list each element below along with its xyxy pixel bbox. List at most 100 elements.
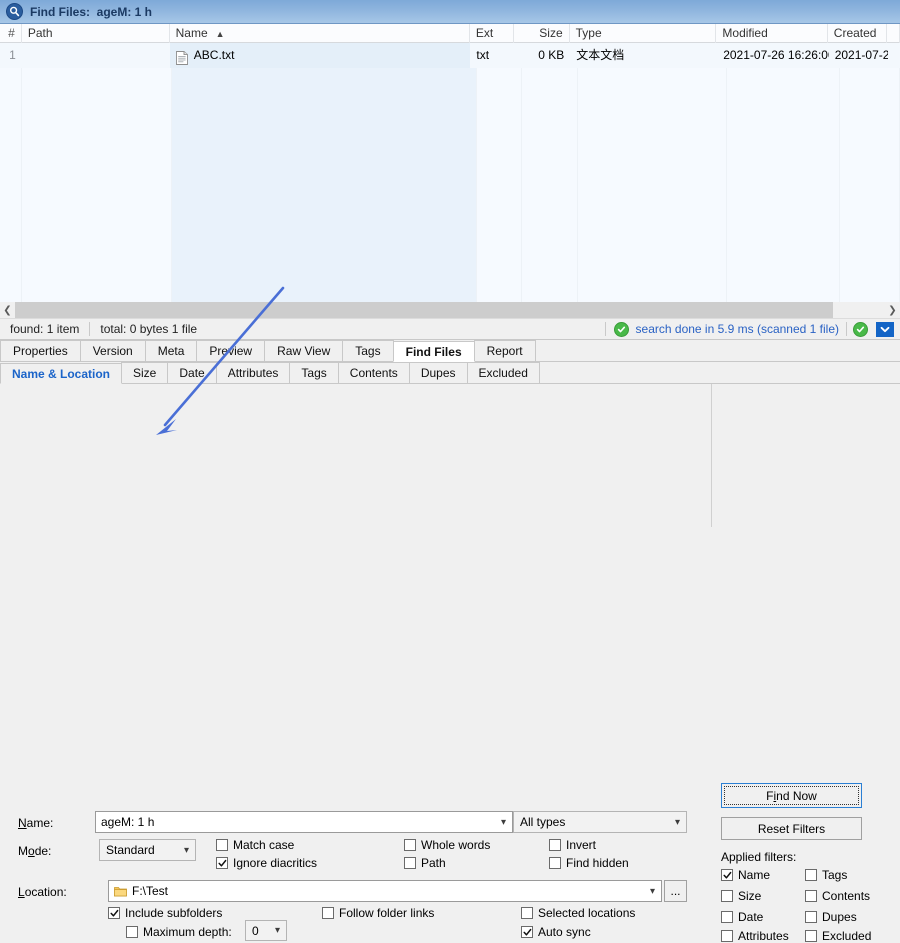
grid-column-header-created[interactable]: Created [828,24,888,43]
file-type-select[interactable]: All types ▾ [513,811,687,833]
checkbox-selected-locations[interactable]: Selected locations [521,906,635,920]
tab-raw-view[interactable]: Raw View [264,340,344,361]
chevron-down-icon[interactable]: ▾ [178,840,195,860]
subtab-tags[interactable]: Tags [289,362,339,383]
filter-checkbox-excluded[interactable]: Excluded [805,929,871,943]
file-type-value: All types [520,815,566,829]
status-ok-icon[interactable] [853,321,868,337]
checkbox-box[interactable] [549,857,561,869]
checkbox-label: Ignore diacritics [233,856,318,870]
subtab-contents[interactable]: Contents [337,362,410,383]
results-grid[interactable]: # Path Name ▲ Ext Size Type Modified Created 1 AB… [0,24,900,318]
filter-checkbox-date[interactable]: Date [721,910,763,924]
grid-column-header-ext[interactable]: Ext [470,24,515,43]
checkbox-label: Maximum depth: [143,925,232,939]
grid-column-header-modified[interactable]: Modified [716,24,828,43]
subtab-excluded[interactable]: Excluded [466,362,540,383]
checkbox-include-subfolders[interactable]: Include subfolders [108,906,222,920]
filter-checkbox-contents[interactable]: Contents [805,889,870,903]
tab-version[interactable]: Version [79,340,146,361]
grid-column-header-size[interactable]: Size [514,24,570,43]
checkbox-find-hidden[interactable]: Find hidden [549,856,629,870]
checkbox-box[interactable] [721,911,733,923]
checkbox-maximum-depth[interactable]: Maximum depth: [126,925,232,939]
grid-column-header-name[interactable]: Name ▲ [170,24,470,43]
mode-select[interactable]: Standard ▾ [99,839,196,861]
grid-column-header-num[interactable]: # [0,24,22,43]
checkbox-box[interactable] [805,890,817,902]
checkbox-box[interactable] [521,907,533,919]
checkbox-auto-sync[interactable]: Auto sync [521,925,591,939]
secondary-tab-bar[interactable]: Name & Location Size Date Attributes Tags Con… [0,362,900,384]
checkbox-box[interactable] [322,907,334,919]
mode-label: Mode: [18,844,52,858]
checkbox-box[interactable] [521,926,533,938]
checkbox-box[interactable] [721,869,733,881]
location-input[interactable]: F:\Test ▾ [108,880,662,902]
tab-report[interactable]: Report [473,340,536,361]
check-circle-icon [613,321,629,337]
chevron-down-icon[interactable] [876,321,894,337]
checkbox-label: Selected locations [538,906,636,920]
filter-checkbox-size[interactable]: Size [721,889,761,903]
checkbox-box[interactable] [216,857,228,869]
checkbox-box[interactable] [126,926,138,938]
chevron-down-icon[interactable]: ▾ [495,812,512,832]
checkbox-box[interactable] [805,930,817,942]
applied-filters-label: Applied filters: [721,850,797,864]
checkbox-path[interactable]: Path [404,856,446,870]
scrollbar-thumb[interactable] [15,302,833,318]
tab-meta[interactable]: Meta [144,340,198,361]
checkbox-box[interactable] [404,839,416,851]
checkbox-box[interactable] [721,890,733,902]
chevron-down-icon[interactable]: ▾ [269,921,286,941]
filter-checkbox-name[interactable]: Name [721,868,770,882]
checkbox-box[interactable] [805,911,817,923]
reset-filters-button[interactable]: Reset Filters [721,817,862,840]
checkbox-follow-folder-links[interactable]: Follow folder links [322,906,434,920]
status-bar: found: 1 item total: 0 bytes 1 file sear… [0,318,900,340]
browse-button[interactable]: ... [664,880,687,902]
scroll-left-icon[interactable]: ❮ [0,302,15,318]
find-now-button[interactable]: Find Now [721,783,862,808]
checkbox-box[interactable] [721,930,733,942]
table-cell-ext: txt [470,43,515,68]
tab-tags[interactable]: Tags [342,340,394,361]
checkbox-box[interactable] [404,857,416,869]
subtab-dupes[interactable]: Dupes [408,362,468,383]
checkbox-box[interactable] [216,839,228,851]
chevron-down-icon[interactable]: ▾ [669,812,686,832]
scroll-right-icon[interactable]: ❯ [885,302,900,318]
mode-label-rest: de: [34,844,52,858]
checkbox-invert[interactable]: Invert [549,838,596,852]
checkbox-match-case[interactable]: Match case [216,838,294,852]
primary-tab-bar[interactable]: Properties Version Meta Preview Raw View Tags… [0,340,900,362]
grid-column-header-type[interactable]: Type [570,24,717,43]
table-cell-size: 0 KB [514,43,571,68]
checkbox-box[interactable] [805,869,817,881]
subtab-name-location[interactable]: Name & Location [0,363,123,384]
tab-find-files[interactable]: Find Files [392,341,475,362]
name-input-value: ageM: 1 h [101,815,155,829]
checkbox-whole-words[interactable]: Whole words [404,838,490,852]
subtab-size[interactable]: Size [121,362,169,383]
table-row[interactable]: 1 ABC.txt txt 0 KB 文本文档 2021-07-26 16:26:00 20… [0,43,900,68]
max-depth-select[interactable]: 0 ▾ [245,920,287,941]
filter-checkbox-dupes[interactable]: Dupes [805,910,857,924]
location-label: Location: [18,885,67,899]
horizontal-scrollbar[interactable]: ❮ ❯ [0,302,900,318]
tab-preview[interactable]: Preview [196,340,266,361]
checkbox-box[interactable] [549,839,561,851]
checkbox-ignore-diacritics[interactable]: Ignore diacritics [216,856,317,870]
filter-checkbox-tags[interactable]: Tags [805,868,847,882]
grid-column-header-path[interactable]: Path [22,24,170,43]
name-input[interactable]: ageM: 1 h ▾ [95,811,513,833]
chevron-down-icon[interactable]: ▾ [644,881,661,901]
scrollbar-track[interactable] [15,302,885,318]
filter-checkbox-attributes[interactable]: Attributes [721,929,789,943]
tab-properties[interactable]: Properties [0,340,81,361]
grid-column-header-label: Modified [722,26,768,40]
subtab-attributes[interactable]: Attributes [215,362,291,383]
checkbox-box[interactable] [108,907,120,919]
subtab-date[interactable]: Date [167,362,217,383]
